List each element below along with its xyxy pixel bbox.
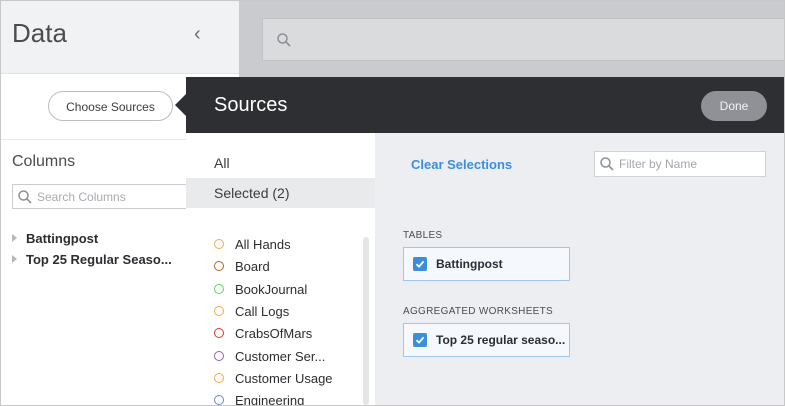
data-panel-header: Data ‹ — [1, 1, 239, 74]
source-item-label: Engineering — [235, 393, 305, 406]
filter-selected-label: Selected (2) — [214, 185, 290, 201]
column-item-label: Top 25 Regular Seaso... — [26, 252, 172, 267]
source-color-ring-icon — [214, 239, 224, 249]
columns-title: Columns — [12, 153, 76, 170]
source-item-label: Call Logs — [235, 304, 290, 319]
tables-section-label: TABLES — [403, 230, 443, 241]
source-color-ring-icon — [214, 284, 224, 294]
search-icon — [600, 157, 614, 171]
clear-selections-link[interactable]: Clear Selections — [411, 157, 512, 172]
source-color-ring-icon — [214, 261, 224, 271]
source-color-ring-icon — [214, 373, 224, 383]
source-item[interactable]: Board — [214, 259, 270, 279]
selected-table-label: Battingpost — [436, 257, 503, 271]
source-item[interactable]: Customer Ser... — [214, 349, 325, 369]
source-color-ring-icon — [214, 351, 224, 361]
top-search-field[interactable] — [262, 18, 784, 61]
filter-by-name-field[interactable] — [594, 151, 766, 177]
checkbox-checked-icon[interactable] — [413, 257, 427, 271]
checkbox-checked-icon[interactable] — [413, 333, 427, 347]
source-item-label: All Hands — [235, 237, 291, 252]
search-icon — [277, 33, 291, 47]
source-item[interactable]: Engineering — [214, 393, 305, 406]
selected-worksheet-label: Top 25 regular seaso... — [436, 333, 566, 347]
source-item-label: BookJournal — [235, 282, 308, 297]
source-item-label: Customer Ser... — [235, 349, 326, 364]
column-item[interactable]: Top 25 Regular Seaso... — [12, 252, 172, 267]
source-color-ring-icon — [214, 395, 224, 405]
source-color-ring-icon — [214, 306, 224, 316]
search-columns-input[interactable] — [37, 188, 187, 206]
search-columns-field[interactable] — [12, 184, 188, 209]
popover-arrow — [175, 94, 186, 116]
source-item[interactable]: All Hands — [214, 237, 291, 257]
source-item-label: CrabsOfMars — [235, 326, 313, 341]
column-item[interactable]: Battingpost — [12, 231, 98, 246]
filter-all-label: All — [214, 155, 230, 171]
source-item[interactable]: Customer Usage — [214, 371, 333, 391]
expand-caret-icon[interactable] — [12, 255, 17, 263]
data-panel-title: Data — [12, 18, 67, 48]
source-item[interactable]: CrabsOfMars — [214, 326, 312, 346]
source-item-label: Board — [235, 259, 270, 274]
source-item[interactable]: BookJournal — [214, 282, 307, 302]
search-icon — [18, 190, 32, 204]
filter-by-name-input[interactable] — [619, 155, 759, 173]
expand-caret-icon[interactable] — [12, 234, 17, 242]
sources-modal-title: Sources — [214, 94, 288, 116]
column-item-label: Battingpost — [26, 231, 99, 246]
source-color-ring-icon — [214, 328, 224, 338]
done-button[interactable]: Done — [701, 91, 767, 121]
app-frame: Data ‹ Choose Sources Columns Battingpos… — [0, 0, 785, 406]
aggregated-section-label: AGGREGATED WORKSHEETS — [403, 306, 554, 317]
selected-table-item[interactable]: Battingpost — [403, 247, 570, 281]
source-item[interactable]: Call Logs — [214, 304, 289, 324]
sources-scrollbar[interactable] — [363, 237, 369, 405]
choose-sources-button[interactable]: Choose Sources — [48, 91, 173, 121]
collapse-panel-icon[interactable]: ‹ — [194, 23, 201, 46]
source-item-label: Customer Usage — [235, 371, 333, 386]
filter-all-tab[interactable]: All — [186, 146, 375, 178]
selected-worksheet-item[interactable]: Top 25 regular seaso... — [403, 323, 570, 357]
filter-selected-tab[interactable]: Selected (2) — [186, 178, 375, 208]
